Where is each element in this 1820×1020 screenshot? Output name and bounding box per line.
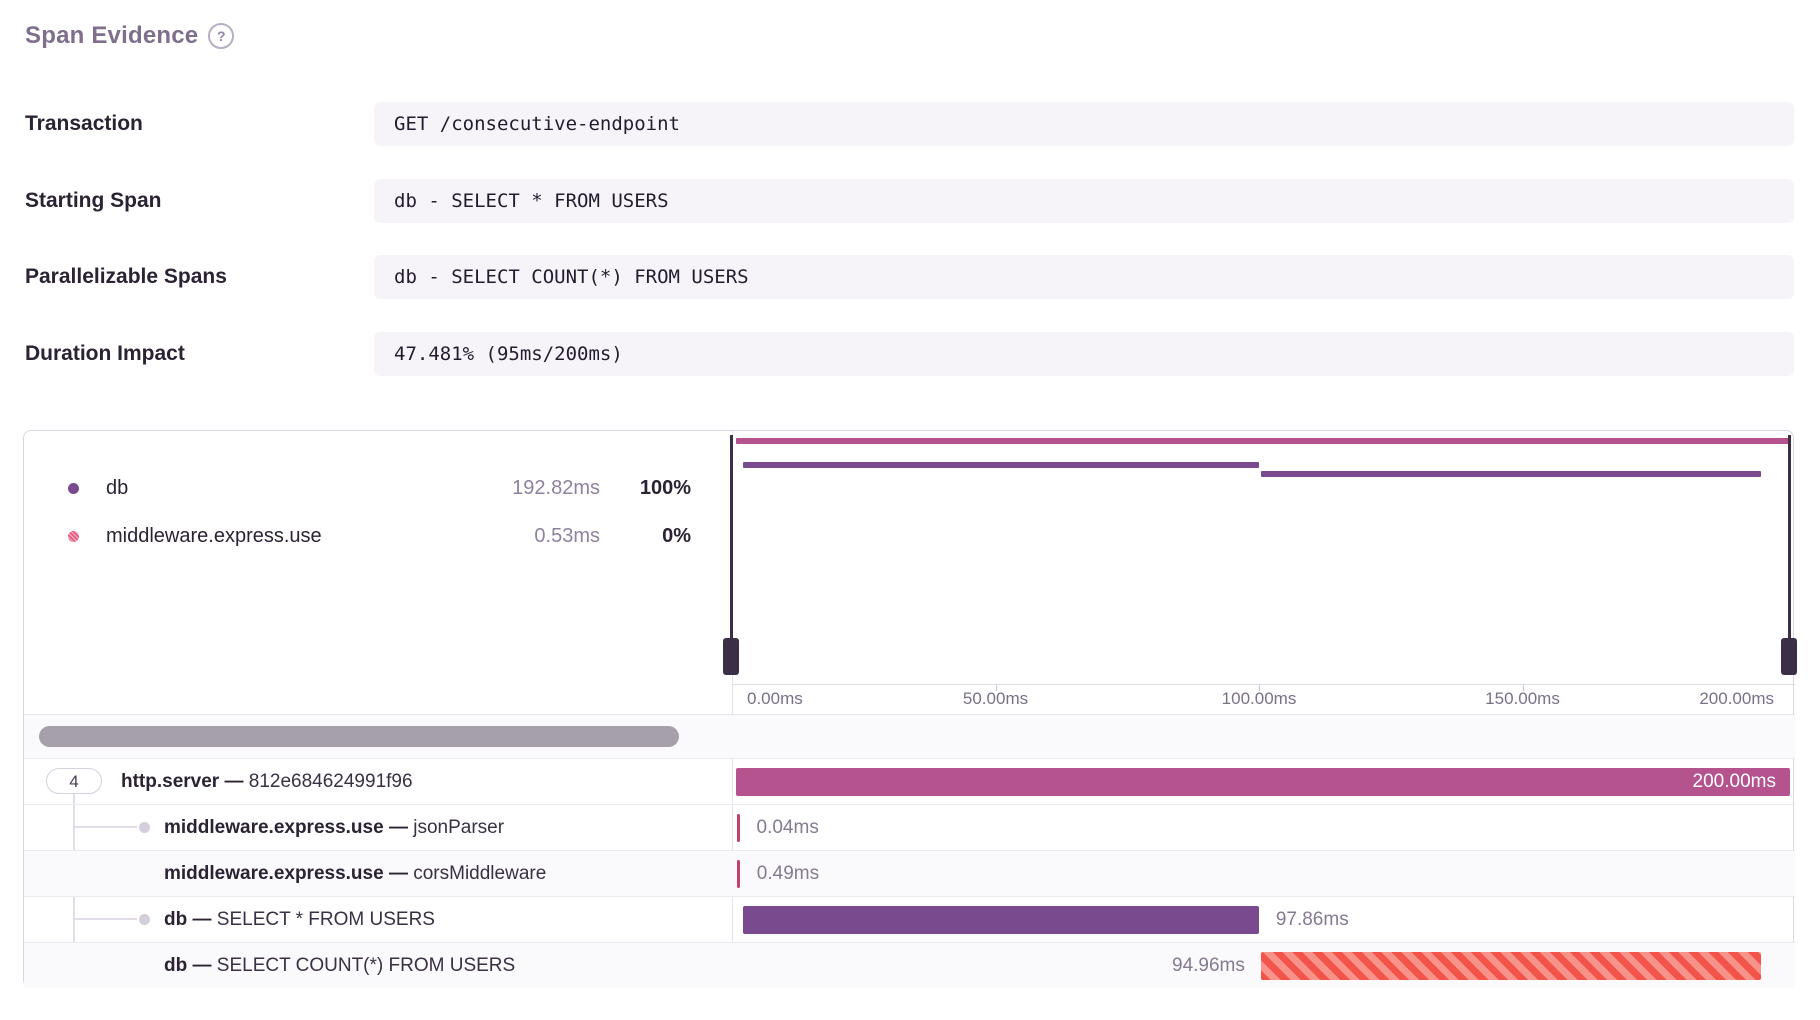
- dash-separator: —: [224, 771, 243, 792]
- span-waterfall-card: db 192.82ms 100% middleware.express.use …: [23, 430, 1794, 988]
- kv-label-parallelizable-spans: Parallelizable Spans: [25, 255, 227, 299]
- span-row-title: db — SELECT * FROM USERS: [164, 897, 435, 943]
- tree-scrollbar-track: [24, 714, 1795, 758]
- minimap-bar-http-server: [736, 438, 1790, 444]
- axis-tick-label: 150.00ms: [1485, 689, 1560, 709]
- help-icon[interactable]: ?: [208, 23, 234, 49]
- kv-value-duration-impact: 47.481% (95ms/200ms): [374, 332, 1794, 376]
- minimap-left-drag-handle[interactable]: [723, 638, 739, 675]
- tree-scrollbar-thumb[interactable]: [39, 726, 679, 747]
- span-row-title: middleware.express.use — jsonParser: [164, 805, 504, 851]
- span-row-http-server: 4 http.server — 812e684624991f96 200.00m…: [24, 758, 1795, 804]
- span-row-corsmiddleware: middleware.express.use — corsMiddleware …: [24, 850, 1795, 896]
- dash-separator: —: [389, 863, 408, 884]
- span-bar-corsmiddleware[interactable]: [737, 860, 740, 888]
- legend-op-label: middleware.express.use: [106, 522, 322, 550]
- legend-percent: 0%: [662, 522, 691, 550]
- legend-duration: 192.82ms: [512, 474, 600, 502]
- db-color-dot-icon: [68, 483, 79, 494]
- legend-percent: 100%: [640, 474, 691, 502]
- span-duration-label: 94.96ms: [1172, 943, 1245, 989]
- axis-tick-label: 50.00ms: [963, 689, 1028, 709]
- span-bar-db-count-offender[interactable]: [1261, 952, 1761, 980]
- kv-value-transaction: GET /consecutive-endpoint: [374, 102, 1794, 146]
- minimap-bar-db-count: [1261, 471, 1761, 477]
- dash-separator: —: [389, 817, 408, 838]
- legend-row-middleware: middleware.express.use 0.53ms 0%: [24, 522, 732, 550]
- axis-tick-label: 100.00ms: [1222, 689, 1297, 709]
- span-row-db-count: db — SELECT COUNT(*) FROM USERS 94.96ms: [24, 942, 1795, 988]
- kv-value-starting-span: db - SELECT * FROM USERS: [374, 179, 1794, 223]
- dash-separator: —: [193, 955, 212, 976]
- children-count-badge[interactable]: 4: [46, 768, 102, 794]
- span-row-jsonparser: middleware.express.use — jsonParser 0.04…: [24, 804, 1795, 850]
- page-title-text: Span Evidence: [25, 22, 198, 49]
- span-row-title: db — SELECT COUNT(*) FROM USERS: [164, 943, 515, 989]
- dash-separator: —: [193, 909, 212, 930]
- span-row-title: middleware.express.use — corsMiddleware: [164, 851, 546, 897]
- minimap-right-drag-handle[interactable]: [1781, 638, 1797, 675]
- span-duration-label: 97.86ms: [1276, 897, 1349, 943]
- span-bar-db-select[interactable]: [743, 906, 1259, 934]
- legend-duration: 0.53ms: [534, 522, 600, 550]
- kv-label-duration-impact: Duration Impact: [25, 332, 185, 376]
- span-duration-label: 0.49ms: [757, 851, 819, 897]
- kv-value-parallelizable-spans: db - SELECT COUNT(*) FROM USERS: [374, 255, 1794, 299]
- span-bar-jsonparser[interactable]: [737, 814, 740, 842]
- axis-tick-label: 200.00ms: [1699, 689, 1774, 709]
- span-duration-label: 200.00ms: [1693, 768, 1776, 796]
- kv-label-transaction: Transaction: [25, 102, 143, 146]
- span-evidence-page: Span Evidence? Transaction GET /consecut…: [0, 0, 1820, 1020]
- span-duration-label: 0.04ms: [757, 805, 819, 851]
- time-axis: 0.00ms 50.00ms 100.00ms 150.00ms 200.00ms: [732, 684, 1795, 714]
- legend-row-db: db 192.82ms 100%: [24, 474, 732, 502]
- span-bar-http-server[interactable]: 200.00ms: [736, 768, 1790, 796]
- middleware-color-dot-icon: [68, 531, 79, 542]
- kv-label-starting-span: Starting Span: [25, 179, 162, 223]
- span-row-db-select: db — SELECT * FROM USERS 97.86ms: [24, 896, 1795, 942]
- axis-tick-label: 0.00ms: [747, 689, 803, 709]
- page-title: Span Evidence?: [25, 22, 234, 50]
- minimap-bar-db-select: [743, 462, 1259, 468]
- span-row-title: http.server — 812e684624991f96: [121, 759, 413, 805]
- legend-op-label: db: [106, 474, 128, 502]
